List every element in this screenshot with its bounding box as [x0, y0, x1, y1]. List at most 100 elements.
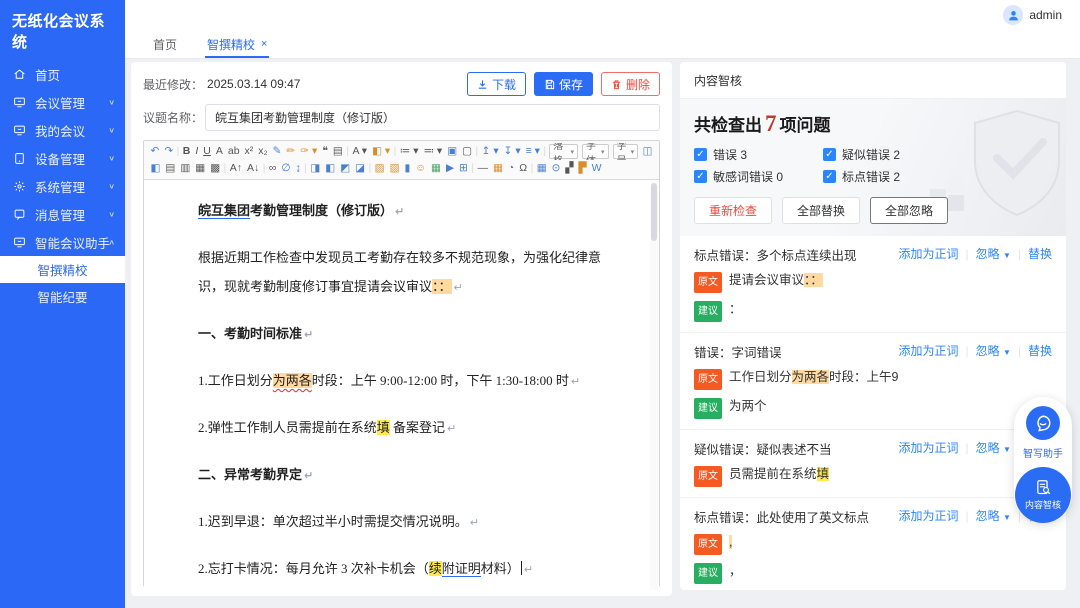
toolbar-button[interactable]: ≔ ▾ [397, 144, 421, 159]
content-review-button[interactable]: 内容智核 [1015, 467, 1071, 523]
checkbox-checked-icon[interactable]: ✓ [823, 170, 836, 183]
toolbar-button[interactable]: A ▾ [350, 144, 370, 159]
checkbox-checked-icon[interactable]: ✓ [694, 148, 707, 161]
delete-button[interactable]: 删除 [601, 72, 660, 96]
toolbar-button[interactable]: ▣ [445, 144, 460, 159]
toolbar-button[interactable]: Ω [517, 161, 530, 176]
topic-name-input[interactable] [205, 104, 660, 131]
toolbar-button[interactable]: ▦ [193, 161, 208, 176]
sidebar-item-7[interactable]: 智能会议助手∧ [0, 228, 125, 256]
toolbar-button[interactable]: A [213, 144, 225, 159]
toolbar-button[interactable]: ▶ [443, 161, 456, 176]
toolbar-button[interactable]: ab [225, 144, 242, 159]
sidebar-item-1[interactable]: 首页 [0, 60, 125, 88]
sidebar-item-5[interactable]: 系统管理∨ [0, 172, 125, 200]
toolbar-button[interactable]: ❝ [320, 144, 331, 159]
toolbar-button[interactable]: x² [242, 144, 256, 159]
toolbar-button[interactable]: ▥ [178, 161, 193, 176]
toolbar-button[interactable]: ◧ [148, 161, 163, 176]
checkbox-checked-icon[interactable]: ✓ [823, 148, 836, 161]
sidebar-item-2[interactable]: 会议管理∨ [0, 88, 125, 116]
toolbar-button[interactable]: I [193, 144, 201, 159]
toolbar-button[interactable]: ↧ ▾ [501, 144, 523, 159]
toolbar-button[interactable]: ✏ [284, 144, 298, 159]
replace-link[interactable]: 替换 [1028, 245, 1052, 262]
smart-writer-button[interactable] [1026, 406, 1060, 440]
toolbar-button[interactable]: ≡ ▾ [523, 144, 542, 159]
toolbar-button[interactable]: ↷ [162, 144, 176, 159]
toolbar-button[interactable]: ▞ [563, 161, 576, 176]
toolbar-button[interactable]: ✎ [270, 144, 284, 159]
ignore-dropdown[interactable]: 忽略 ▼ [976, 342, 1011, 359]
toolbar-button[interactable]: ⊙ [549, 161, 563, 176]
add-as-correct-link[interactable]: 添加为正词 [898, 245, 958, 262]
review-button-全部忽略[interactable]: 全部忽略 [870, 197, 948, 224]
toolbar-button[interactable]: ◪ [353, 161, 368, 176]
toolbar-button[interactable]: ▛ [576, 161, 589, 176]
tab-2[interactable]: 智撰精校× [205, 30, 269, 58]
toolbar-button[interactable]: ▤ [330, 144, 345, 159]
toolbar-button[interactable]: ▩ [208, 161, 223, 176]
toolbar-button[interactable]: ▦ [490, 161, 505, 176]
toolbar-select-段落格式[interactable]: 段落格式▾ [549, 144, 578, 159]
toolbar-button[interactable]: ◩ [338, 161, 353, 176]
toolbar-button[interactable]: ▧ [387, 161, 402, 176]
user-menu[interactable]: admin [1003, 5, 1062, 25]
toolbar-button[interactable]: ∞ [266, 161, 279, 176]
editor-scrollbar[interactable] [650, 181, 658, 590]
toolbar-button[interactable]: ◧ [323, 161, 338, 176]
toolbar-button[interactable]: ◫ [640, 144, 655, 159]
ignore-dropdown[interactable]: 忽略 ▼ [976, 439, 1011, 456]
add-as-correct-link[interactable]: 添加为正词 [898, 342, 958, 359]
toolbar-button[interactable]: ↨ [293, 161, 303, 176]
action-separator: | [965, 441, 968, 455]
toolbar-button[interactable]: ∅ [279, 161, 293, 176]
add-as-correct-link[interactable]: 添加为正词 [898, 439, 958, 456]
add-as-correct-link[interactable]: 添加为正词 [898, 507, 958, 524]
toolbar-button[interactable]: x₂ [256, 144, 270, 159]
ignore-dropdown[interactable]: 忽略 ▼ [976, 507, 1011, 524]
toolbar-button[interactable]: U [201, 144, 214, 159]
toolbar-button[interactable]: ▨ [372, 161, 387, 176]
toolbar-button[interactable]: A↑ [227, 161, 244, 176]
sidebar-subitem-智撰精校[interactable]: 智撰精校 [0, 256, 125, 283]
toolbar-select-字号[interactable]: 字号▾ [613, 144, 639, 159]
filter-checkbox-1[interactable]: ✓错误 3 [694, 146, 815, 163]
toolbar-button[interactable]: ▮ [402, 161, 413, 176]
toolbar-button[interactable]: ↥ ▾ [479, 144, 501, 159]
replace-link[interactable]: 替换 [1028, 342, 1052, 359]
toolbar-button[interactable]: ▤ [163, 161, 178, 176]
download-button[interactable]: 下载 [467, 72, 526, 96]
sidebar-item-4[interactable]: 设备管理∨ [0, 144, 125, 172]
toolbar-button[interactable]: ◧ ▾ [370, 144, 393, 159]
toolbar-button[interactable]: — [475, 161, 491, 176]
tab-1[interactable]: 首页 [151, 30, 179, 58]
review-button-重新检查[interactable]: 重新检查 [694, 197, 772, 224]
filter-checkbox-2[interactable]: ✓疑似错误 2 [823, 146, 944, 163]
sidebar-subitem-智能纪要[interactable]: 智能纪要 [0, 283, 125, 310]
toolbar-select-字体[interactable]: 字体▾ [582, 144, 609, 159]
review-button-全部替换[interactable]: 全部替换 [782, 197, 860, 224]
editor-body[interactable]: 皖互集团考勤管理制度（修订版）↵根据近期工作检查中发现员工考勤存在较多不规范现象… [144, 180, 659, 591]
filter-checkbox-3[interactable]: ✓敏感词错误 0 [694, 168, 815, 185]
toolbar-button[interactable]: ⊞ [457, 161, 471, 176]
toolbar-button[interactable]: ↶ [148, 144, 162, 159]
toolbar-button[interactable]: ◨ [308, 161, 323, 176]
save-button[interactable]: 保存 [534, 72, 593, 96]
toolbar-button[interactable]: ☺ [413, 161, 429, 176]
tab-close-icon[interactable]: × [261, 38, 267, 50]
toolbar-button[interactable]: W [589, 161, 604, 176]
toolbar-button[interactable]: A↓ [244, 161, 261, 176]
toolbar-button[interactable]: ▦ [429, 161, 444, 176]
sidebar-item-3[interactable]: 我的会议∨ [0, 116, 125, 144]
filter-checkbox-4[interactable]: ✓标点错误 2 [823, 168, 944, 185]
ignore-dropdown[interactable]: 忽略 ▼ [976, 245, 1011, 262]
toolbar-button[interactable]: ◔ [505, 161, 516, 176]
toolbar-button[interactable]: ✑ ▾ [298, 144, 320, 159]
checkbox-checked-icon[interactable]: ✓ [694, 170, 707, 183]
toolbar-button[interactable]: ▦ [534, 161, 549, 176]
toolbar-button[interactable]: B [180, 144, 193, 159]
toolbar-button[interactable]: ▢ [460, 144, 475, 159]
toolbar-button[interactable]: ≕ ▾ [421, 144, 445, 159]
sidebar-item-6[interactable]: 消息管理∨ [0, 200, 125, 228]
